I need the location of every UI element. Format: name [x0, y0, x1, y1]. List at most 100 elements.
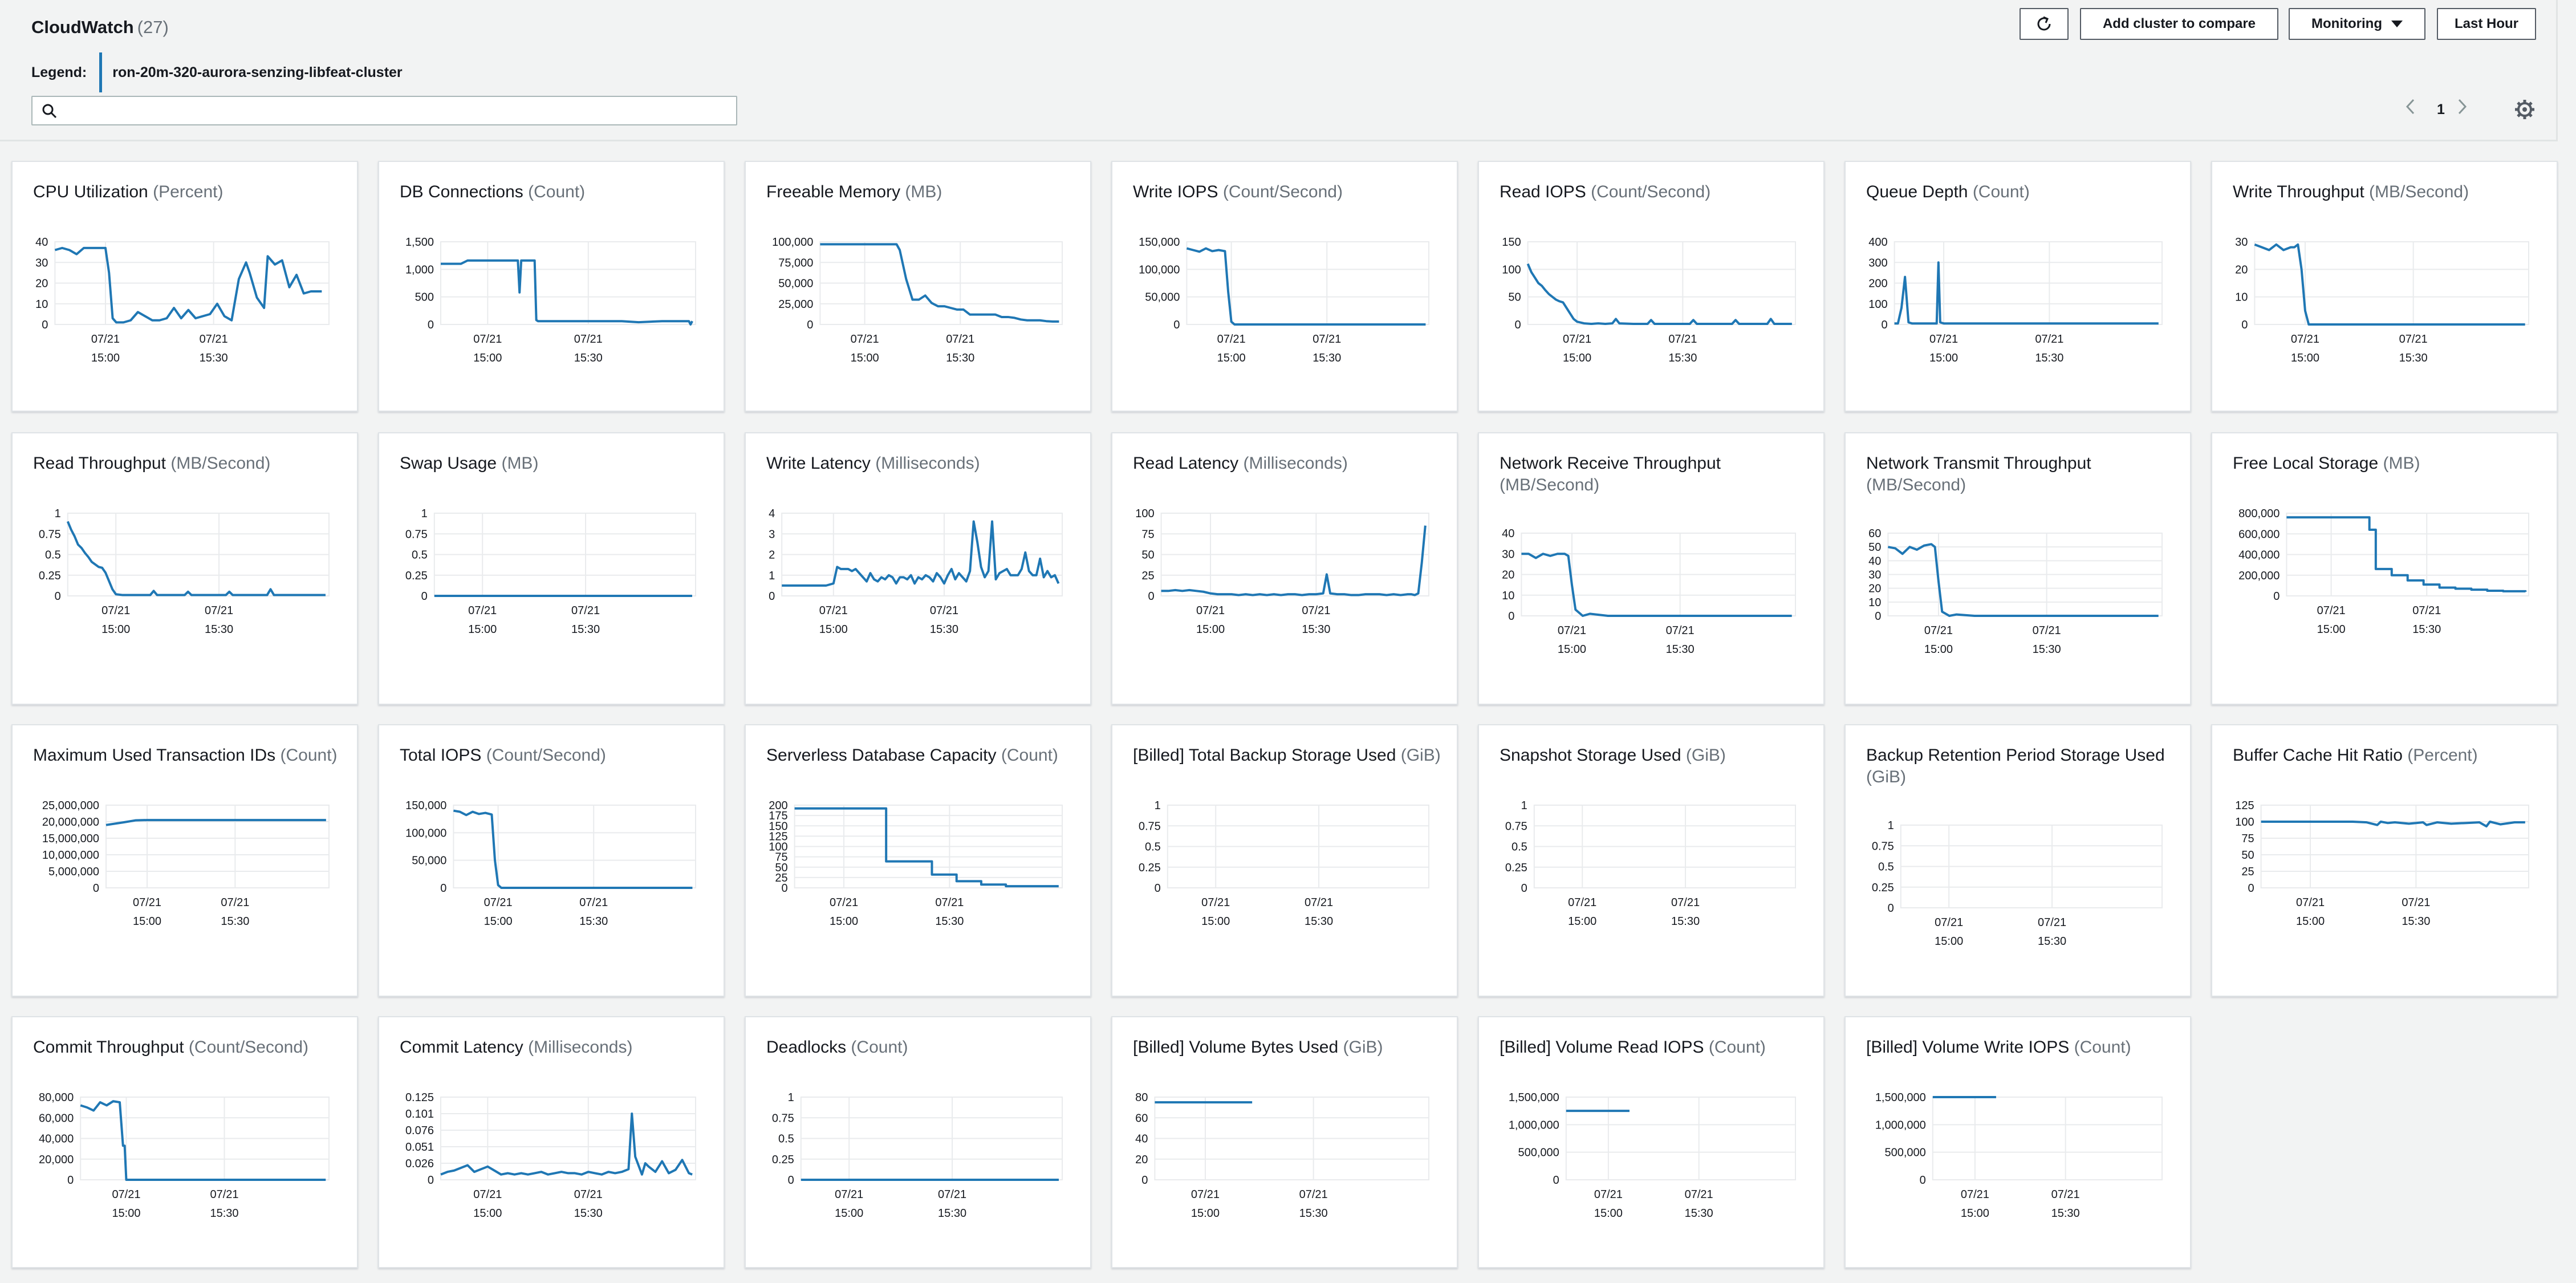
series-line[interactable]: [105, 819, 326, 826]
time-range-button[interactable]: Last Hour: [2437, 8, 2536, 40]
x-tick-time: 15:30: [571, 623, 600, 636]
x-tick-time: 15:30: [2035, 352, 2063, 364]
x-tick-time: 15:30: [2412, 623, 2441, 636]
y-tick-label: 0.75: [1505, 820, 1527, 833]
metric-search-box[interactable]: [31, 96, 737, 125]
x-tick-time: 15:00: [112, 1207, 140, 1220]
metric-card[interactable]: [Billed] Volume Write IOPS (Count) 0 500,0…: [1844, 1016, 2191, 1268]
metric-card[interactable]: CPU Utilization (Percent) 0 10 20 30 40 07/21 1…: [11, 161, 358, 412]
metric-card[interactable]: Write Throughput (MB/Second) 0 10 20 30 07/21…: [2211, 161, 2558, 412]
monitoring-dropdown[interactable]: Monitoring: [2289, 8, 2425, 40]
x-tick-time: 15:00: [1594, 1207, 1623, 1220]
y-tick-label: 0: [42, 319, 48, 331]
metric-card[interactable]: Maximum Used Transaction IDs (Count) 0 5,0…: [11, 724, 358, 997]
series-line[interactable]: [441, 259, 693, 326]
series-line[interactable]: [1894, 261, 2159, 325]
y-tick-label: 40: [1502, 527, 1514, 540]
metric-card[interactable]: Write Latency (Milliseconds) 0 1 2 3 4 07/21 15…: [745, 432, 1091, 705]
metric-card[interactable]: Swap Usage (MB) 0 0.25 0.5 0.75 1 07/21 15:00 07…: [378, 432, 725, 705]
x-tick-time: 15:30: [938, 1207, 966, 1220]
series-line[interactable]: [54, 246, 322, 324]
search-input[interactable]: [67, 100, 728, 122]
gear-icon[interactable]: [2513, 98, 2536, 121]
y-tick-label: 20: [1868, 583, 1881, 595]
series-line[interactable]: [440, 1113, 693, 1176]
y-tick-label: 40: [1868, 555, 1881, 567]
metric-card[interactable]: Backup Retention Period Storage Used (Gi…: [1844, 724, 2191, 997]
metric-card[interactable]: Read Latency (Milliseconds) 0 25 50 75 100 07/…: [1111, 432, 1458, 705]
x-tick-time: 15:30: [200, 352, 228, 364]
y-tick-label: 40: [1135, 1133, 1148, 1146]
previous-page-button[interactable]: [2405, 98, 2425, 121]
metric-chart: 0 0.25 0.5 0.75 1 07/21 15:00 07/21 15:30: [772, 1091, 1063, 1220]
x-tick-date: 07/21: [468, 604, 497, 617]
y-tick-label: 0: [1173, 319, 1180, 331]
y-tick-label: 0: [1920, 1174, 1926, 1187]
y-tick-label: 1,500,000: [1875, 1091, 1926, 1104]
page-number[interactable]: 1: [2437, 101, 2445, 118]
next-page-button[interactable]: [2456, 98, 2477, 121]
series-line[interactable]: [782, 520, 1060, 587]
y-tick-label: 0.25: [1139, 862, 1161, 874]
metric-card[interactable]: Network Receive Throughput (MB/Second) 0 1…: [1478, 432, 1825, 705]
x-tick-date: 07/21: [938, 1188, 966, 1201]
metric-chart: 0 0.026 0.051 0.076 0.101 0.125 07/21 15:00 07/2…: [405, 1091, 696, 1220]
series-line[interactable]: [1521, 553, 1792, 617]
y-tick-label: 0: [1521, 882, 1527, 895]
series-line[interactable]: [2254, 243, 2525, 326]
y-tick-label: 0.75: [772, 1112, 794, 1124]
y-tick-label: 20: [1135, 1154, 1148, 1166]
x-tick-date: 07/21: [935, 896, 964, 909]
y-tick-label: 0: [1888, 902, 1894, 915]
series-line[interactable]: [66, 521, 326, 596]
y-tick-label: 2: [769, 549, 775, 562]
series-line[interactable]: [1888, 543, 2159, 617]
y-tick-label: 10: [1868, 596, 1881, 609]
x-tick-time: 15:00: [1217, 352, 1246, 364]
metric-card[interactable]: Write IOPS (Count/Second) 0 50,000 100,000 1…: [1111, 161, 1458, 412]
series-line[interactable]: [1161, 525, 1427, 596]
metric-card[interactable]: Commit Throughput (Count/Second) 0 20,000 4…: [11, 1016, 358, 1268]
metric-card[interactable]: Freeable Memory (MB) 0 25,000 50,000 75,000 1…: [745, 161, 1091, 412]
metric-card[interactable]: Read IOPS (Count/Second) 0 50 100 150 07/21 15…: [1478, 161, 1825, 412]
series-line[interactable]: [794, 807, 1059, 888]
series-line[interactable]: [1186, 247, 1426, 326]
y-tick-label: 1: [788, 1091, 794, 1104]
metric-card[interactable]: Read Throughput (MB/Second) 0 0.25 0.5 0.75 1…: [11, 432, 358, 705]
x-tick-time: 15:30: [1302, 623, 1330, 636]
metric-card[interactable]: Free Local Storage (MB) 0 200,000 400,000 60…: [2211, 432, 2558, 705]
y-tick-label: 0: [421, 590, 428, 603]
metric-card[interactable]: Buffer Cache Hit Ratio (Percent) 0 25 50 75 1…: [2211, 724, 2558, 997]
metric-card[interactable]: [Billed] Volume Bytes Used (GiB) 0 20 40 60 8…: [1111, 1016, 1458, 1268]
series-line[interactable]: [453, 809, 693, 889]
legend-item-cluster[interactable]: ron-20m-320-aurora-senzing-libfeat-clust…: [112, 64, 402, 81]
series-line[interactable]: [2261, 821, 2525, 828]
metric-card[interactable]: Network Transmit Throughput (MB/Second) 0…: [1844, 432, 2191, 705]
y-tick-label: 500,000: [1518, 1147, 1559, 1159]
metric-chart: 0 25 50 75 100 07/21 15:00 07/21 15:30: [1135, 507, 1429, 636]
metric-card[interactable]: [Billed] Volume Read IOPS (Count) 0 500,00…: [1478, 1016, 1825, 1268]
x-tick-date: 07/21: [1201, 896, 1230, 909]
metric-card[interactable]: [Billed] Total Backup Storage Used (GiB)…: [1111, 724, 1458, 997]
y-tick-label: 20: [35, 278, 48, 290]
refresh-button[interactable]: [2020, 8, 2069, 40]
y-tick-label: 0: [788, 1174, 794, 1187]
metric-card[interactable]: DB Connections (Count) 0 500 1,000 1,500 07/2…: [378, 161, 725, 412]
x-tick-time: 15:30: [1666, 643, 1695, 656]
x-tick-date: 07/21: [1961, 1188, 1989, 1201]
series-line[interactable]: [1526, 263, 1792, 326]
y-tick-label: 3: [769, 528, 775, 541]
metric-card[interactable]: Total IOPS (Count/Second) 0 50,000 100,000 1…: [378, 724, 725, 997]
series-line[interactable]: [80, 1100, 326, 1181]
y-tick-label: 0: [807, 319, 813, 331]
metric-chart: 0 100 200 300 400 07/21 15:00 07/21 15:30: [1868, 236, 2163, 364]
y-tick-label: 1,000: [405, 263, 434, 276]
metric-card[interactable]: Serverless Database Capacity (Count) 0 25 5…: [745, 724, 1091, 997]
metric-card[interactable]: Commit Latency (Milliseconds) 0 0.026 0.051…: [378, 1016, 725, 1268]
y-tick-label: 75: [1141, 528, 1154, 541]
metric-card[interactable]: Snapshot Storage Used (GiB) 0 0.25 0.5 0.75 1…: [1478, 724, 1825, 997]
y-tick-label: 150,000: [405, 799, 446, 812]
add-cluster-to-compare-button[interactable]: Add cluster to compare: [2080, 8, 2278, 40]
metric-card[interactable]: Deadlocks (Count) 0 0.25 0.5 0.75 1 07/21 15:00…: [745, 1016, 1091, 1268]
metric-card[interactable]: Queue Depth (Count) 0 100 200 300 400 07/21 15:…: [1844, 161, 2191, 412]
